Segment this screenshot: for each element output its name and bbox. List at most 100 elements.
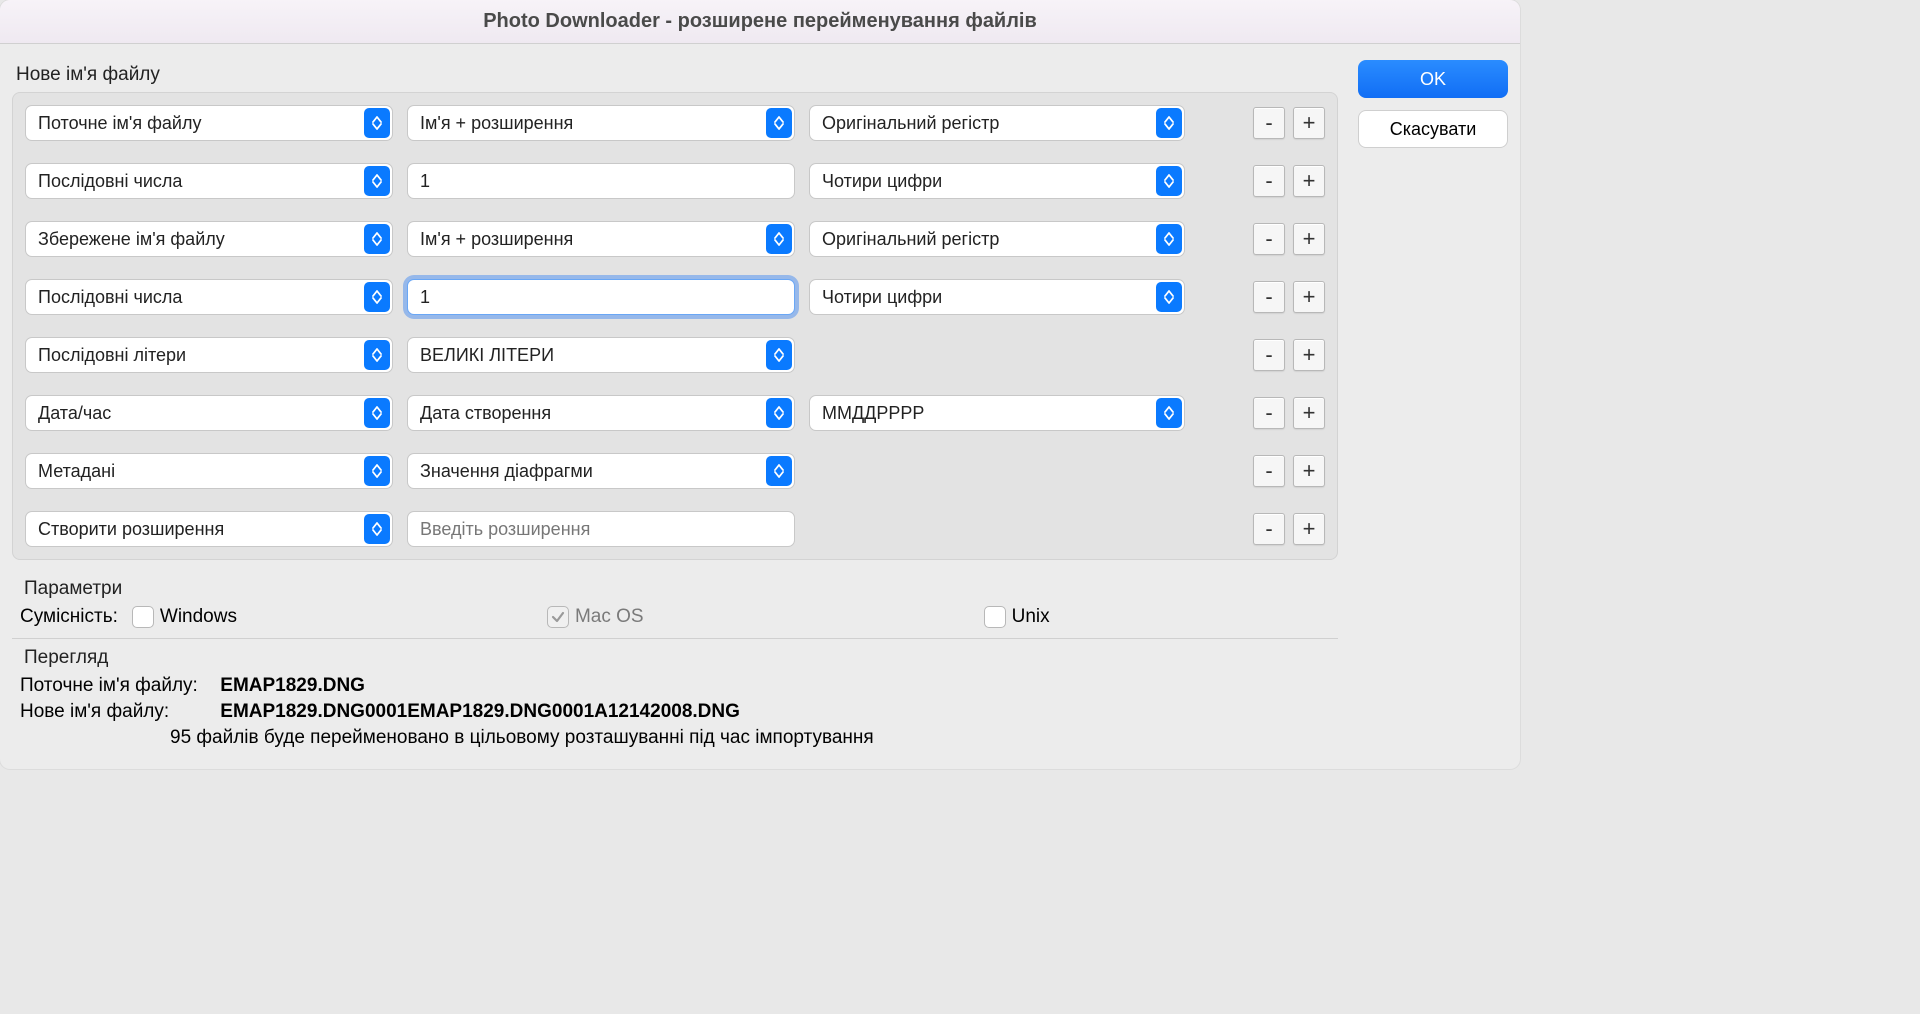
remove-row-button[interactable]: -	[1253, 455, 1285, 487]
add-row-button[interactable]: +	[1293, 455, 1325, 487]
rule-type-select[interactable]: Послідовні числа	[25, 279, 393, 315]
rule-format-select[interactable]: Чотири цифри	[809, 279, 1185, 315]
rule-row: Створити розширення Введіть розширення -+	[25, 511, 1325, 547]
rule-option-select[interactable]: Значення діафрагми	[407, 453, 795, 489]
chevron-updown-icon	[1156, 108, 1182, 138]
cancel-button[interactable]: Скасувати	[1358, 110, 1508, 148]
params-area: Параметри Сумісність: Windows Mac OS	[12, 560, 1338, 628]
preview-area: Перегляд Поточне ім'я файлу: EMAP1829.DN…	[12, 638, 1338, 759]
remove-row-button[interactable]: -	[1253, 339, 1285, 371]
remove-row-button[interactable]: -	[1253, 513, 1285, 545]
section-preview-label: Перегляд	[24, 647, 1330, 669]
select-value: Послідовні числа	[38, 171, 182, 192]
rule-row: Метадані Значення діафрагми -+	[25, 453, 1325, 489]
add-row-button[interactable]: +	[1293, 107, 1325, 139]
input-value: 1	[420, 287, 430, 308]
checkbox-icon	[984, 606, 1006, 628]
rule-option-select[interactable]: Дата створення	[407, 395, 795, 431]
select-value: Послідовні числа	[38, 287, 182, 308]
compat-windows-label: Windows	[160, 606, 237, 628]
select-value: Оригінальний регістр	[822, 113, 999, 134]
rule-value-input[interactable]: 1	[407, 163, 795, 199]
chevron-updown-icon	[364, 108, 390, 138]
preview-new-line: Нове ім'я файлу: EMAP1829.DNG0001EMAP182…	[20, 701, 1330, 723]
preview-current-label: Поточне ім'я файлу:	[20, 675, 215, 697]
rule-value-input[interactable]: 1	[407, 279, 795, 315]
chevron-updown-icon	[364, 456, 390, 486]
compat-unix-label: Unix	[1012, 606, 1050, 628]
select-value: Збережене ім'я файлу	[38, 229, 225, 250]
row-pm-group: -+	[1253, 107, 1325, 139]
select-value: Поточне ім'я файлу	[38, 113, 201, 134]
compat-unix[interactable]: Unix	[984, 606, 1050, 628]
chevron-updown-icon	[364, 282, 390, 312]
left-column: Нове ім'я файлу Поточне ім'я файлу Ім'я +…	[12, 54, 1338, 759]
rule-type-select[interactable]: Дата/час	[25, 395, 393, 431]
rule-row: Дата/час Дата створення ММДДРРРР -+	[25, 395, 1325, 431]
rule-type-select[interactable]: Поточне ім'я файлу	[25, 105, 393, 141]
add-row-button[interactable]: +	[1293, 397, 1325, 429]
rule-format-select[interactable]: Оригінальний регістр	[809, 221, 1185, 257]
right-column: OK Скасувати	[1358, 54, 1508, 759]
remove-row-button[interactable]: -	[1253, 165, 1285, 197]
select-value: Ім'я + розширення	[420, 229, 573, 250]
checkbox-icon	[132, 606, 154, 628]
rule-format-select[interactable]: Чотири цифри	[809, 163, 1185, 199]
select-value: Значення діафрагми	[420, 461, 593, 482]
rule-type-select[interactable]: Послідовні літери	[25, 337, 393, 373]
compat-windows[interactable]: Windows	[132, 606, 237, 628]
select-value: ММДДРРРР	[822, 403, 924, 424]
row-pm-group: -+	[1253, 397, 1325, 429]
remove-row-button[interactable]: -	[1253, 223, 1285, 255]
select-value: Послідовні літери	[38, 345, 186, 366]
add-row-button[interactable]: +	[1293, 165, 1325, 197]
chevron-updown-icon	[766, 340, 792, 370]
rule-format-select[interactable]: ММДДРРРР	[809, 395, 1185, 431]
chevron-updown-icon	[1156, 224, 1182, 254]
body-area: Нове ім'я файлу Поточне ім'я файлу Ім'я +…	[0, 44, 1520, 769]
row-pm-group: -+	[1253, 455, 1325, 487]
rule-row: Поточне ім'я файлу Ім'я + розширення Оригі…	[25, 105, 1325, 141]
row-pm-group: -+	[1253, 339, 1325, 371]
rule-row: Послідовні числа 1 Чотири цифри -+	[25, 163, 1325, 199]
ok-button[interactable]: OK	[1358, 60, 1508, 98]
chevron-updown-icon	[364, 224, 390, 254]
select-value: Створити розширення	[38, 519, 224, 540]
select-value: Дата створення	[420, 403, 551, 424]
rule-type-select[interactable]: Створити розширення	[25, 511, 393, 547]
dialog-window: Photo Downloader - розширене перейменува…	[0, 0, 1520, 769]
rule-format-select[interactable]: Оригінальний регістр	[809, 105, 1185, 141]
preview-current-line: Поточне ім'я файлу: EMAP1829.DNG	[20, 675, 1330, 697]
select-value: Чотири цифри	[822, 287, 942, 308]
rule-value-input[interactable]: Введіть розширення	[407, 511, 795, 547]
rule-type-select[interactable]: Збережене ім'я файлу	[25, 221, 393, 257]
chevron-updown-icon	[1156, 282, 1182, 312]
rule-row: Послідовні літери ВЕЛИКІ ЛІТЕРИ -+	[25, 337, 1325, 373]
select-value: Чотири цифри	[822, 171, 942, 192]
input-value: 1	[420, 171, 430, 192]
compat-macos-label: Mac OS	[575, 606, 644, 628]
compat-macos: Mac OS	[547, 606, 644, 628]
rule-row: Послідовні числа 1 Чотири цифри -+	[25, 279, 1325, 315]
select-value: Оригінальний регістр	[822, 229, 999, 250]
remove-row-button[interactable]: -	[1253, 281, 1285, 313]
compat-label: Сумісність:	[20, 606, 118, 628]
row-pm-group: -+	[1253, 281, 1325, 313]
input-value: Введіть розширення	[420, 519, 590, 540]
rule-option-select[interactable]: Ім'я + розширення	[407, 221, 795, 257]
chevron-updown-icon	[766, 456, 792, 486]
rule-option-select[interactable]: ВЕЛИКІ ЛІТЕРИ	[407, 337, 795, 373]
add-row-button[interactable]: +	[1293, 223, 1325, 255]
add-row-button[interactable]: +	[1293, 281, 1325, 313]
section-new-name-label: Нове ім'я файлу	[16, 64, 1338, 86]
row-pm-group: -+	[1253, 165, 1325, 197]
add-row-button[interactable]: +	[1293, 513, 1325, 545]
rule-option-select[interactable]: Ім'я + розширення	[407, 105, 795, 141]
remove-row-button[interactable]: -	[1253, 107, 1285, 139]
rule-type-select[interactable]: Метадані	[25, 453, 393, 489]
chevron-updown-icon	[364, 166, 390, 196]
rule-type-select[interactable]: Послідовні числа	[25, 163, 393, 199]
add-row-button[interactable]: +	[1293, 339, 1325, 371]
remove-row-button[interactable]: -	[1253, 397, 1285, 429]
select-value: Ім'я + розширення	[420, 113, 573, 134]
